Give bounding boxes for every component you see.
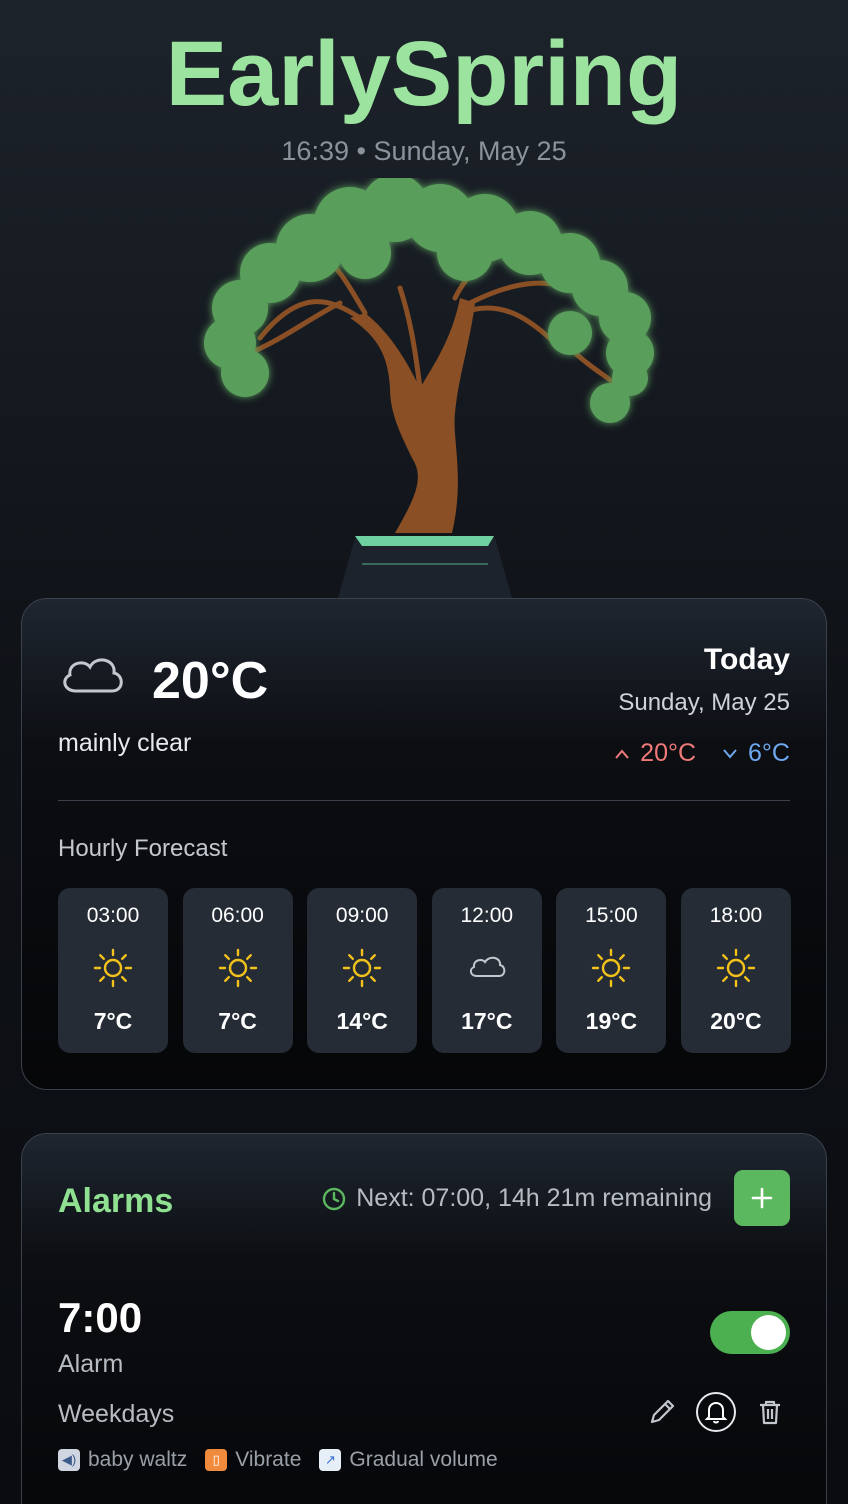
hourly-temp: 14°C — [336, 1008, 388, 1034]
weather-condition: mainly clear — [58, 729, 192, 757]
hourly-time: 12:00 — [460, 904, 514, 927]
bonsai-tree-illustration — [190, 174, 670, 598]
trash-icon — [760, 1400, 780, 1425]
pencil-icon — [650, 1399, 675, 1424]
speaker-icon: ◀) — [58, 1449, 80, 1471]
divider — [58, 800, 790, 801]
alarms-card: Alarms Next: 07:00, 14h 21m remaining 7:… — [21, 1133, 827, 1504]
hourly-temp: 20°C — [710, 1008, 762, 1034]
clock-icon — [323, 1187, 346, 1210]
hourly-tile: 18:00 20°C — [680, 888, 791, 1053]
chevron-up-icon — [615, 748, 629, 759]
separator-dot: • — [356, 136, 366, 166]
sun-icon — [714, 946, 758, 990]
sun-icon — [340, 946, 384, 990]
hourly-tile: 03:00 7°C — [58, 888, 168, 1053]
alarm-gradual: ↗ Gradual volume — [319, 1448, 498, 1472]
weather-card: 20°C mainly clear Today Sunday, May 25 2… — [21, 598, 827, 1090]
next-alarm-info: Next: 07:00, 14h 21m remaining — [322, 1184, 712, 1213]
alarm-gradual-label: Gradual volume — [349, 1448, 498, 1471]
alarm-time: 7:00 — [58, 1294, 143, 1341]
alarm-vibrate-label: Vibrate — [235, 1448, 302, 1471]
alarm-vibrate: ▯ Vibrate — [205, 1448, 301, 1472]
low-temp: 6°C — [722, 739, 790, 768]
alarm-days: Weekdays — [58, 1400, 175, 1428]
high-temp-value: 20°C — [640, 739, 697, 767]
hourly-tile: 12:00 17°C — [431, 888, 542, 1053]
toggle-knob — [751, 1315, 786, 1350]
today-date: Sunday, May 25 — [618, 689, 790, 716]
sun-icon — [91, 946, 135, 990]
hourly-forecast-title: Hourly Forecast — [58, 835, 228, 862]
alarm-label: Alarm — [58, 1350, 124, 1378]
hourly-tile: 09:00 14°C — [307, 888, 418, 1053]
hourly-temp: 19°C — [585, 1008, 638, 1034]
hourly-time: 03:00 — [86, 904, 140, 927]
alarm-enable-toggle[interactable] — [710, 1311, 790, 1354]
vibrate-icon: ▯ — [205, 1449, 228, 1471]
hourly-time: 15:00 — [585, 904, 638, 927]
chart-increase-icon: ↗ — [319, 1449, 342, 1471]
cloud-icon — [465, 946, 509, 990]
alarm-sound-name: baby waltz — [88, 1448, 188, 1471]
add-alarm-button[interactable] — [734, 1170, 790, 1226]
hourly-time: 06:00 — [211, 904, 264, 927]
current-time: 16:39 — [281, 136, 349, 166]
bell-icon — [704, 1401, 728, 1424]
hourly-temp: 17°C — [461, 1008, 513, 1034]
sun-icon — [216, 946, 260, 990]
hourly-time: 09:00 — [335, 904, 389, 927]
delete-alarm-button[interactable] — [750, 1392, 790, 1432]
hourly-temp: 7°C — [93, 1008, 133, 1034]
hourly-tile: 15:00 19°C — [556, 888, 667, 1053]
test-alarm-button[interactable] — [696, 1392, 736, 1432]
high-temp: 20°C — [614, 739, 696, 768]
app-title: EarlySpring — [165, 23, 683, 125]
next-alarm-text: Next: 07:00, 14h 21m remaining — [356, 1184, 712, 1212]
alarm-features: ◀) baby waltz ▯ Vibrate ↗ Gradual volume — [58, 1448, 498, 1472]
today-label: Today — [703, 643, 790, 676]
alarm-actions — [642, 1392, 790, 1432]
low-temp-value: 6°C — [748, 739, 790, 767]
alarm-sound: ◀) baby waltz — [58, 1448, 187, 1472]
current-date: Sunday, May 25 — [373, 136, 567, 166]
datetime-subline: 16:39 • Sunday, May 25 — [0, 136, 848, 167]
high-low-temps: 20°C 6°C — [614, 739, 790, 768]
alarms-title: Alarms — [58, 1182, 174, 1220]
plus-icon — [751, 1187, 773, 1209]
chevron-down-icon — [723, 748, 737, 759]
cloud-icon — [63, 658, 123, 693]
sun-icon — [589, 946, 633, 990]
current-temperature: 20°C — [152, 652, 269, 710]
hourly-time: 18:00 — [709, 904, 763, 927]
hourly-tile: 06:00 7°C — [182, 888, 293, 1053]
hourly-forecast-row: 03:00 7°C 06:00 7°C 09:00 14°C 12:00 17°C 15:00 1… — [58, 888, 791, 1053]
hourly-temp: 7°C — [218, 1008, 257, 1034]
edit-alarm-button[interactable] — [642, 1392, 682, 1432]
